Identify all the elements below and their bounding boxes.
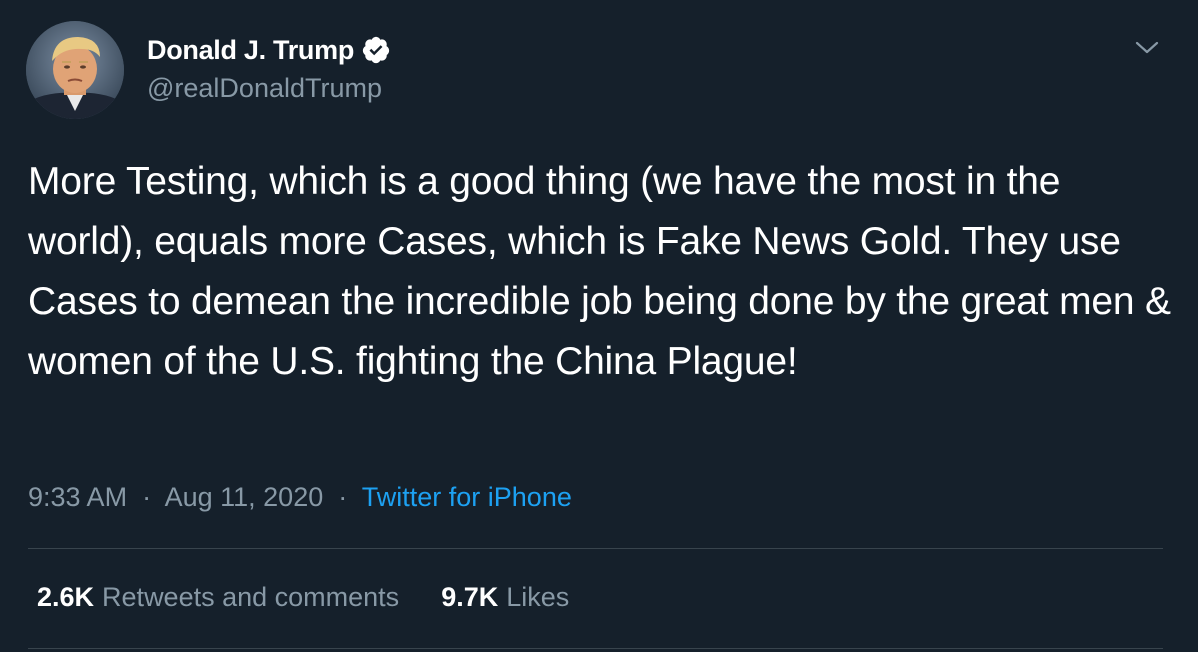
author-name-row[interactable]: Donald J. Trump xyxy=(147,33,391,67)
retweets-count: 2.6K xyxy=(37,582,95,612)
retweets-stat[interactable]: 2.6K Retweets and comments xyxy=(37,582,399,613)
divider xyxy=(28,548,1163,549)
tweet-card: Donald J. Trump @realDonaldTrump More Te… xyxy=(0,0,1198,652)
likes-stat[interactable]: 9.7K Likes xyxy=(441,582,569,613)
tweet-meta: 9:33 AM · Aug 11, 2020 · Twitter for iPh… xyxy=(28,482,572,513)
avatar[interactable] xyxy=(26,21,124,119)
retweets-label: Retweets and comments xyxy=(102,582,400,612)
tweet-source-link[interactable]: Twitter for iPhone xyxy=(362,482,572,512)
divider xyxy=(28,648,1163,649)
likes-count: 9.7K xyxy=(441,582,499,612)
author-display-name[interactable]: Donald J. Trump xyxy=(147,35,354,66)
meta-separator: · xyxy=(134,482,159,512)
author-handle[interactable]: @realDonaldTrump xyxy=(147,73,382,104)
tweet-stats: 2.6K Retweets and comments 9.7K Likes xyxy=(37,582,569,613)
tweet-time[interactable]: 9:33 AM xyxy=(28,482,127,512)
chevron-down-icon[interactable] xyxy=(1132,36,1162,60)
meta-separator: · xyxy=(330,482,355,512)
verified-badge-icon xyxy=(361,35,391,65)
likes-label: Likes xyxy=(506,582,570,612)
tweet-text: More Testing, which is a good thing (we … xyxy=(28,160,1171,383)
tweet-date[interactable]: Aug 11, 2020 xyxy=(165,482,324,512)
